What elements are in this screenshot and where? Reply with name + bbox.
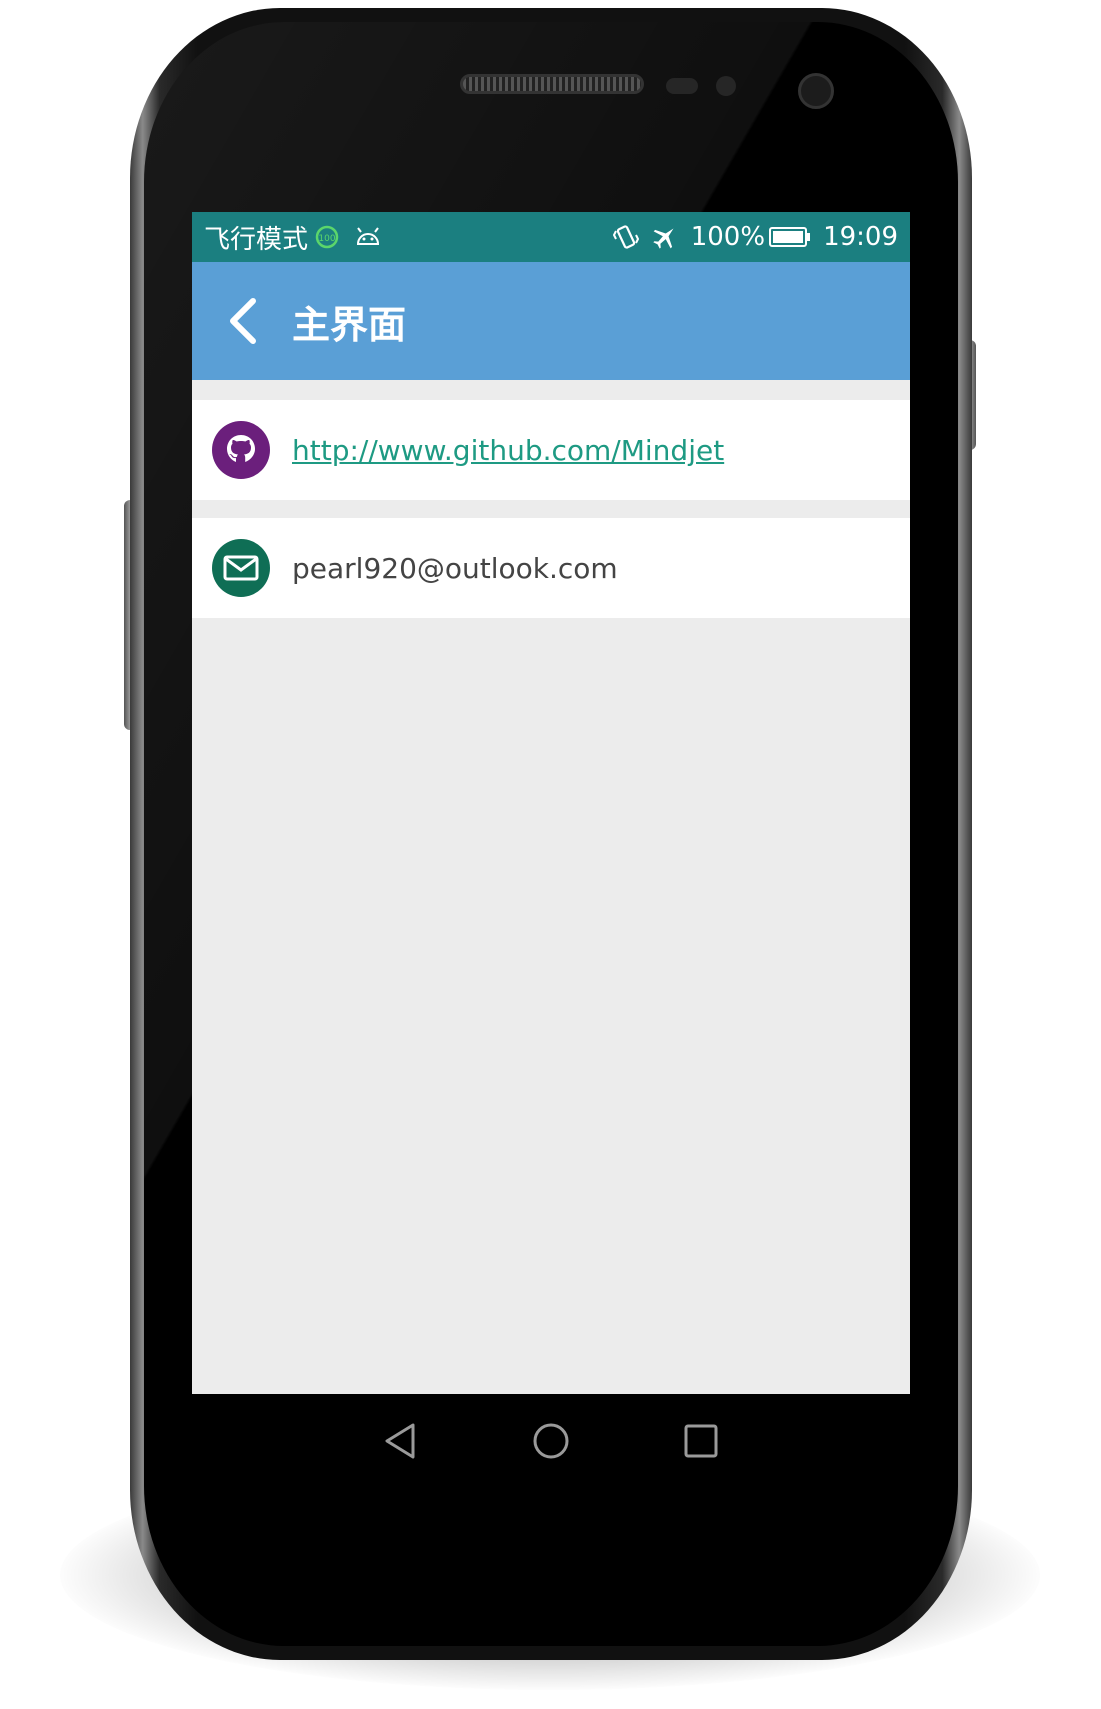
- github-icon: [212, 421, 270, 479]
- home-circle-icon[interactable]: [531, 1421, 571, 1461]
- list-item-email[interactable]: pearl920@outlook.com: [192, 518, 910, 618]
- clock: 19:09: [823, 222, 898, 252]
- chevron-left-icon: [225, 297, 261, 345]
- phone-screen: 飞行模式 100 100% 19:09 主界面 http://www.githu…: [192, 212, 910, 1488]
- back-triangle-icon[interactable]: [381, 1421, 421, 1461]
- front-camera: [798, 73, 834, 109]
- mail-icon: [212, 539, 270, 597]
- android-icon: [354, 226, 382, 248]
- airplane-mode-label: 飞行模式: [204, 224, 309, 255]
- back-button[interactable]: [198, 262, 288, 380]
- airplane-icon: [651, 223, 679, 251]
- battery-icon: [769, 226, 811, 248]
- status-right: 100% 19:09: [612, 222, 910, 252]
- app-bar: 主界面: [192, 262, 910, 380]
- status-bar: 飞行模式 100 100% 19:09: [192, 212, 910, 262]
- battery-percent: 100%: [690, 222, 766, 252]
- screenshot-stage: 飞行模式 100 100% 19:09 主界面 http://www.githu…: [0, 0, 1101, 1709]
- light-sensor: [716, 76, 736, 96]
- navigation-bar: [192, 1394, 910, 1488]
- page-title: 主界面: [292, 302, 407, 347]
- email-address: pearl920@outlook.com: [292, 551, 618, 585]
- vibrate-icon: [612, 223, 639, 251]
- proximity-sensor: [666, 78, 698, 94]
- recents-square-icon[interactable]: [681, 1421, 721, 1461]
- data-saver-100-icon: 100: [314, 224, 340, 250]
- status-left: 飞行模式 100: [192, 219, 382, 256]
- list-item-github[interactable]: http://www.github.com/Mindjet: [192, 400, 910, 500]
- data-saver-badge-text: 100: [318, 234, 335, 244]
- earpiece-speaker: [460, 74, 644, 94]
- github-link[interactable]: http://www.github.com/Mindjet: [292, 434, 724, 467]
